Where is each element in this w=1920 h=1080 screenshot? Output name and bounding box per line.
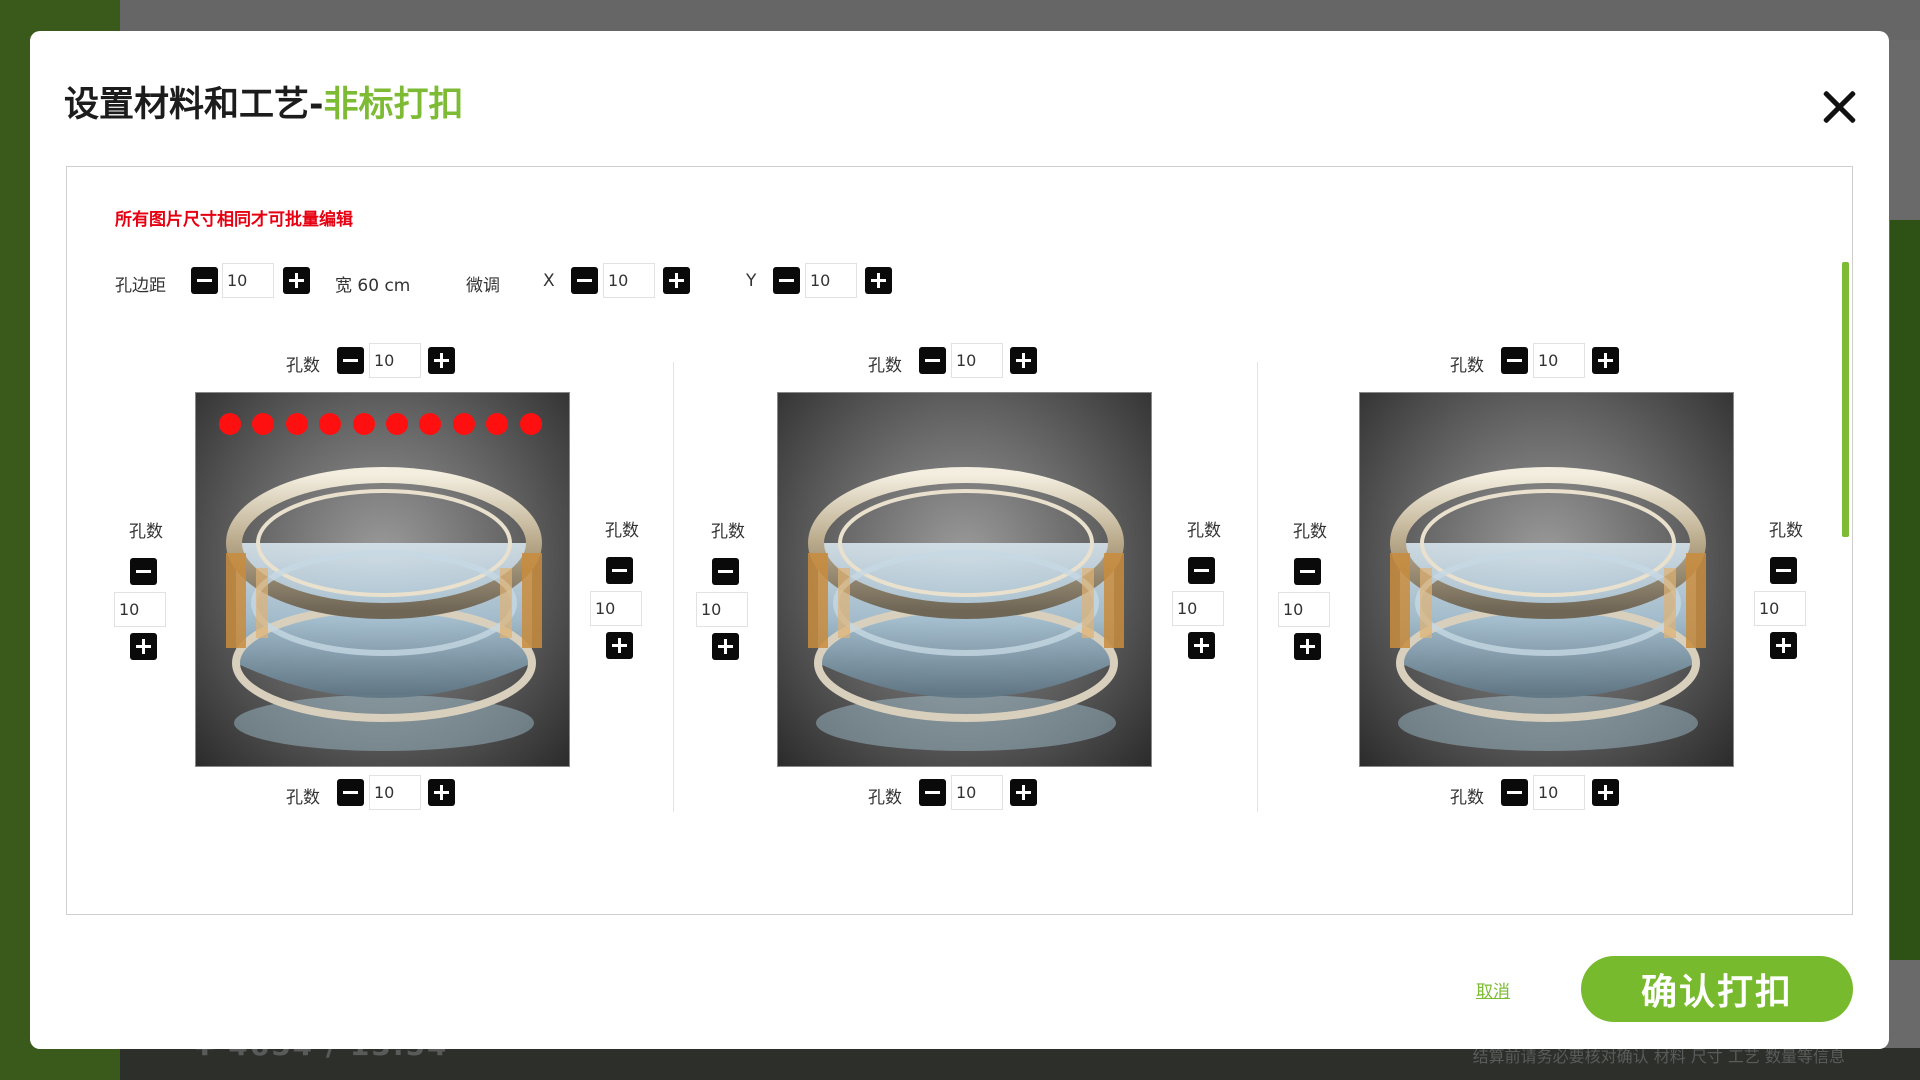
fine-tune-label: 微调	[466, 276, 500, 296]
bottom-hole-count-label: 孔数	[286, 788, 320, 808]
card-divider	[673, 362, 674, 812]
left-hole-input[interactable]	[1278, 592, 1330, 627]
right-hole-minus-button[interactable]	[1188, 557, 1215, 584]
right-hole-input[interactable]	[1172, 591, 1224, 626]
product-image[interactable]	[1359, 392, 1734, 767]
right-hole-count-label: 孔数	[605, 521, 639, 541]
hole-marker	[219, 413, 241, 435]
right-hole-count-label: 孔数	[1187, 521, 1221, 541]
y-label: Y	[746, 271, 757, 291]
right-hole-input[interactable]	[1754, 591, 1806, 626]
ring-svg	[1390, 467, 1706, 751]
left-hole-count-label: 孔数	[129, 522, 163, 542]
ring-svg	[808, 467, 1124, 751]
top-hole-plus-button[interactable]	[1592, 347, 1619, 374]
right-hole-input[interactable]	[590, 591, 642, 626]
left-hole-input[interactable]	[114, 592, 166, 627]
top-hole-minus-button[interactable]	[919, 347, 946, 374]
left-hole-plus-button[interactable]	[130, 633, 157, 660]
bottom-hole-input[interactable]	[1533, 775, 1585, 810]
product-image[interactable]	[195, 392, 570, 767]
top-hole-input[interactable]	[369, 343, 421, 378]
x-minus-button[interactable]	[571, 267, 598, 294]
x-input[interactable]	[603, 263, 655, 298]
close-icon[interactable]	[1821, 89, 1857, 125]
left-hole-plus-button[interactable]	[1294, 633, 1321, 660]
x-label: X	[543, 271, 555, 291]
modal-title-main: 设置材料和工艺-	[64, 85, 324, 125]
hole-marker	[386, 413, 408, 435]
confirm-button[interactable]: 确认打扣	[1581, 956, 1853, 1022]
bottom-hole-count-label: 孔数	[1450, 788, 1484, 808]
hole-marker	[352, 413, 375, 435]
bottom-hole-count-label: 孔数	[868, 788, 902, 808]
hole-margin-plus-button[interactable]	[283, 267, 310, 294]
bottom-hole-plus-button[interactable]	[428, 779, 455, 806]
cancel-button[interactable]: 取消	[1476, 977, 1510, 1002]
top-hole-minus-button[interactable]	[337, 347, 364, 374]
settings-panel: 所有图片尺寸相同才可批量编辑 孔边距 宽 60 cm 微调 X Y 孔数	[66, 166, 1853, 915]
right-hole-plus-button[interactable]	[1188, 632, 1215, 659]
panel-scrollbar[interactable]	[1842, 262, 1849, 537]
right-hole-count-label: 孔数	[1769, 521, 1803, 541]
y-minus-button[interactable]	[773, 267, 800, 294]
top-hole-plus-button[interactable]	[1010, 347, 1037, 374]
modal-title-accent: 非标打扣	[323, 85, 464, 125]
top-hole-plus-button[interactable]	[428, 347, 455, 374]
ring-svg	[226, 467, 542, 751]
left-hole-count-label: 孔数	[711, 522, 745, 542]
top-hole-count-label: 孔数	[868, 356, 902, 376]
hole-marker	[285, 413, 308, 435]
right-hole-plus-button[interactable]	[606, 632, 633, 659]
left-hole-input[interactable]	[696, 592, 748, 627]
hole-marker	[519, 413, 542, 435]
left-hole-count-label: 孔数	[1293, 522, 1327, 542]
right-hole-minus-button[interactable]	[1770, 557, 1797, 584]
hole-margin-label: 孔边距	[115, 276, 166, 296]
product-image[interactable]	[777, 392, 1152, 767]
modal-title: 设置材料和工艺-非标打扣	[64, 76, 464, 127]
left-hole-minus-button[interactable]	[130, 558, 157, 585]
right-hole-minus-button[interactable]	[606, 557, 633, 584]
hole-marker	[452, 413, 475, 435]
top-hole-input[interactable]	[1533, 343, 1585, 378]
app-side-panel-backdrop	[1890, 220, 1920, 960]
top-hole-minus-button[interactable]	[1501, 347, 1528, 374]
top-hole-count-label: 孔数	[286, 356, 320, 376]
left-hole-minus-button[interactable]	[1294, 558, 1321, 585]
top-hole-count-label: 孔数	[1450, 356, 1484, 376]
y-input[interactable]	[805, 263, 857, 298]
hole-margin-minus-button[interactable]	[191, 267, 218, 294]
bottom-hole-minus-button[interactable]	[337, 779, 364, 806]
left-hole-plus-button[interactable]	[712, 633, 739, 660]
bottom-hole-plus-button[interactable]	[1010, 779, 1037, 806]
bottom-hole-plus-button[interactable]	[1592, 779, 1619, 806]
y-plus-button[interactable]	[865, 267, 892, 294]
bottom-hole-minus-button[interactable]	[1501, 779, 1528, 806]
bottom-hole-input[interactable]	[951, 775, 1003, 810]
right-hole-plus-button[interactable]	[1770, 632, 1797, 659]
top-hole-input[interactable]	[951, 343, 1003, 378]
card-divider	[1257, 362, 1258, 812]
bottom-hole-minus-button[interactable]	[919, 779, 946, 806]
hole-margin-input[interactable]	[222, 263, 274, 298]
x-plus-button[interactable]	[663, 267, 690, 294]
width-text: 宽 60 cm	[335, 276, 411, 296]
batch-edit-warning: 所有图片尺寸相同才可批量编辑	[115, 210, 353, 230]
left-hole-minus-button[interactable]	[712, 558, 739, 585]
settings-modal: 设置材料和工艺-非标打扣 所有图片尺寸相同才可批量编辑 孔边距 宽 60 cm …	[30, 31, 1889, 1049]
bottom-hole-input[interactable]	[369, 775, 421, 810]
